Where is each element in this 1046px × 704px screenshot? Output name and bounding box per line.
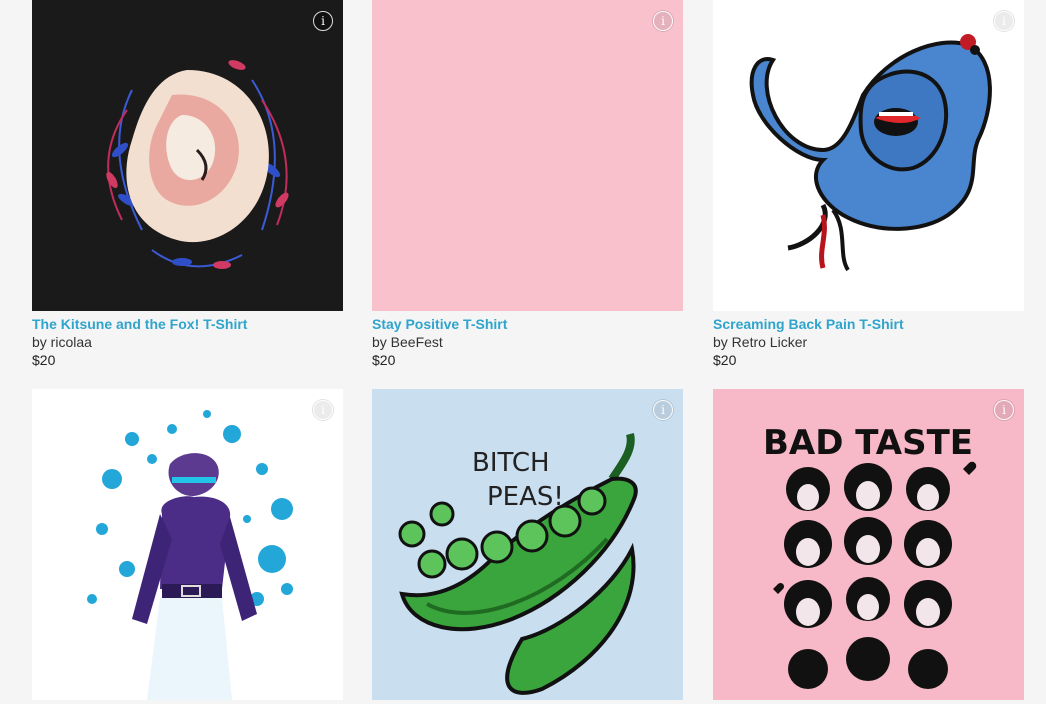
product-price: $20	[372, 352, 396, 368]
info-icon[interactable]: i	[994, 400, 1014, 420]
info-icon[interactable]: i	[313, 400, 333, 420]
product-card[interactable]: i	[32, 389, 343, 704]
product-price: $20	[713, 352, 737, 368]
product-image[interactable]: i	[32, 389, 343, 700]
product-artist: by BeeFest	[372, 334, 443, 350]
product-image[interactable]: BAD TASTE i	[713, 389, 1024, 700]
product-price: $20	[32, 352, 56, 368]
info-icon[interactable]: i	[994, 11, 1014, 31]
product-image[interactable]: i	[372, 0, 683, 311]
art-text-headline: BAD TASTE	[763, 423, 973, 463]
paint-splatter-figure-illustration	[87, 410, 293, 700]
info-icon[interactable]: i	[653, 400, 673, 420]
info-icon[interactable]: i	[313, 11, 333, 31]
info-icon[interactable]: i	[653, 11, 673, 31]
screaming-figure-illustration	[749, 34, 992, 272]
product-card[interactable]: i The Kitsune and the Fox! T-Shirt by ri…	[32, 0, 343, 369]
product-artist: by Retro Licker	[713, 334, 808, 350]
bitch-peas-illustration: BITCH PEAS!	[398, 432, 638, 695]
product-artist: by ricolaa	[32, 334, 92, 350]
art-text-line-1: BITCH	[472, 448, 550, 478]
bad-taste-skulls-illustration: BAD TASTE	[763, 423, 977, 689]
product-image[interactable]: i	[713, 0, 1024, 311]
product-title-link[interactable]: Screaming Back Pain T-Shirt	[713, 315, 1024, 333]
product-card[interactable]: i Stay Positive T-Shirt by BeeFest $20	[372, 0, 683, 369]
blank-pink-design	[372, 0, 683, 311]
product-image[interactable]: BITCH PEAS! i	[372, 389, 683, 700]
product-image[interactable]: i	[32, 0, 343, 311]
product-title-link[interactable]: Stay Positive T-Shirt	[372, 315, 683, 333]
product-card[interactable]: BAD TASTE i	[713, 389, 1024, 704]
product-card[interactable]: i Screaming Back Pain T-Shirt by Retro L…	[713, 0, 1024, 369]
product-grid: i The Kitsune and the Fox! T-Shirt by ri…	[0, 0, 1046, 700]
product-card[interactable]: BITCH PEAS! i	[372, 389, 683, 704]
kitsune-fox-illustration	[106, 60, 289, 269]
product-title-link[interactable]: The Kitsune and the Fox! T-Shirt	[32, 315, 343, 333]
art-text-line-2: PEAS!	[487, 482, 564, 512]
